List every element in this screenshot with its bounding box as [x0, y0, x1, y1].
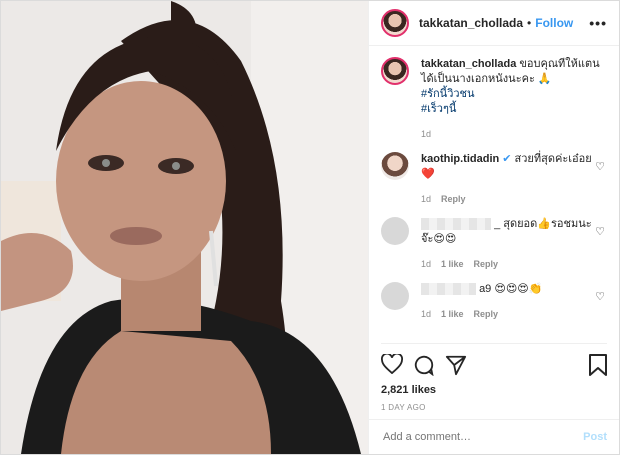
post-card: takkatan_chollada • Follow ••• takkatan_… [0, 0, 620, 455]
caption-time[interactable]: 1d [421, 129, 431, 139]
commenter-username-redacted [421, 283, 476, 296]
like-comment-icon[interactable]: ♡ [595, 225, 605, 238]
comment-icon[interactable] [413, 354, 435, 376]
comments-list: takkatan_chollada ขอบคุณที่ให้แตนได้เป็นน… [369, 57, 619, 336]
author-avatar[interactable] [381, 9, 409, 37]
verified-badge-icon: ✔ [502, 153, 512, 165]
posted-time: 1 DAY AGO [381, 403, 426, 412]
comment-time[interactable]: 1d [421, 259, 431, 269]
comment-likes[interactable]: 1 like [441, 259, 464, 269]
comment-time[interactable]: 1d [421, 194, 431, 204]
likes-count[interactable]: 2,821 likes [381, 384, 436, 396]
reply-button[interactable]: Reply [474, 309, 499, 319]
heart-icon[interactable] [381, 354, 403, 374]
commenter-username-redacted [421, 218, 491, 231]
commenter-username[interactable]: kaothip.tidadin [421, 153, 499, 165]
hashtag-1[interactable]: #รักนี้วิวชน [421, 87, 607, 102]
post-photo[interactable] [1, 1, 368, 454]
post-comment-button[interactable]: Post [583, 431, 607, 443]
caption-avatar[interactable] [381, 57, 409, 85]
comment-form: Post [369, 419, 619, 454]
separator-dot: • [527, 16, 532, 30]
commenter-avatar[interactable] [381, 217, 409, 245]
caption-username[interactable]: takkatan_chollada [421, 58, 516, 70]
reply-button[interactable]: Reply [474, 259, 499, 269]
post-header: takkatan_chollada • Follow ••• [369, 1, 619, 46]
action-bar [381, 343, 607, 382]
hashtag-2[interactable]: #เร็วๆนี้ [421, 102, 607, 117]
caption-row: takkatan_chollada ขอบคุณที่ให้แตนได้เป็นน… [381, 57, 607, 142]
comment-likes[interactable]: 1 like [441, 309, 464, 319]
like-comment-icon[interactable]: ♡ [595, 160, 605, 173]
comment-row: _ สุดยอด👍รอชมนะจ๊ะ😍😍 1d 1 like Reply ♡ [381, 217, 607, 272]
comment-input[interactable] [381, 430, 584, 444]
post-side-panel: takkatan_chollada • Follow ••• takkatan_… [368, 1, 619, 454]
follow-button[interactable]: Follow [535, 16, 573, 30]
commenter-avatar[interactable] [381, 152, 409, 180]
commenter-avatar[interactable] [381, 282, 409, 310]
comment-row: a9 😍😍😍👏 1d 1 like Reply ♡ [381, 282, 607, 322]
comment-row: kaothip.tidadin ✔ สวยที่สุดค่ะเอ๋อย❤️ 1d R… [381, 152, 607, 207]
bookmark-icon[interactable] [589, 354, 607, 376]
portrait-image [1, 1, 368, 454]
comment-text: a9 😍😍😍👏 [479, 283, 543, 295]
reply-button[interactable]: Reply [441, 194, 466, 204]
author-username[interactable]: takkatan_chollada [419, 16, 523, 30]
share-icon[interactable] [445, 354, 467, 376]
ellipsis-icon[interactable]: ••• [589, 15, 607, 31]
comment-time[interactable]: 1d [421, 309, 431, 319]
like-comment-icon[interactable]: ♡ [595, 290, 605, 303]
